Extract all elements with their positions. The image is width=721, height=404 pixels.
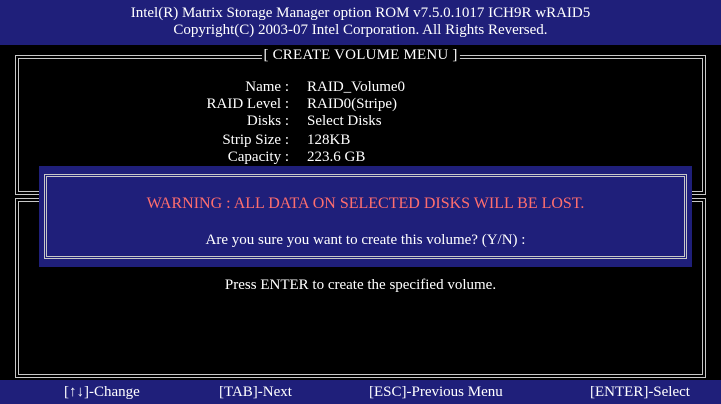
capacity-value[interactable]: 223.6 GB (307, 149, 365, 166)
raid-level-label: RAID Level : (206, 96, 289, 112)
name-value[interactable]: RAID_Volume0 (307, 79, 405, 96)
help-instruction: Press ENTER to create the specified volu… (224, 277, 497, 293)
disks-value[interactable]: Select Disks (307, 113, 382, 130)
rom-version-text: Intel(R) Matrix Storage Manager option R… (130, 5, 591, 21)
warning-dialog-frame: WARNING : ALL DATA ON SELECTED DISKS WIL… (44, 174, 687, 259)
name-label: Name : (245, 79, 289, 95)
disks-label: Disks : (246, 113, 289, 129)
change-key-hint: [↑↓]-Change (64, 384, 140, 400)
select-key-hint: [ENTER]-Select (590, 384, 690, 400)
capacity-label: Capacity : (227, 149, 289, 165)
next-key-hint: [TAB]-Next (219, 384, 292, 400)
previous-menu-key-hint: [ESC]-Previous Menu (369, 384, 503, 400)
warning-dialog[interactable]: WARNING : ALL DATA ON SELECTED DISKS WIL… (39, 166, 692, 267)
raid-level-value[interactable]: RAID0(Stripe) (307, 96, 397, 113)
key-help-bar: [↑↓]-Change [TAB]-Next [ESC]-Previous Me… (0, 380, 721, 404)
strip-size-label: Strip Size : (222, 132, 289, 148)
create-confirm-prompt[interactable]: Are you sure you want to create this vol… (47, 232, 684, 249)
bios-header: Intel(R) Matrix Storage Manager option R… (0, 0, 721, 45)
copyright-text: Copyright(C) 2003-07 Intel Corporation. … (173, 22, 548, 38)
data-loss-warning: WARNING : ALL DATA ON SELECTED DISKS WIL… (146, 195, 585, 212)
strip-size-value[interactable]: 128KB (307, 132, 350, 149)
